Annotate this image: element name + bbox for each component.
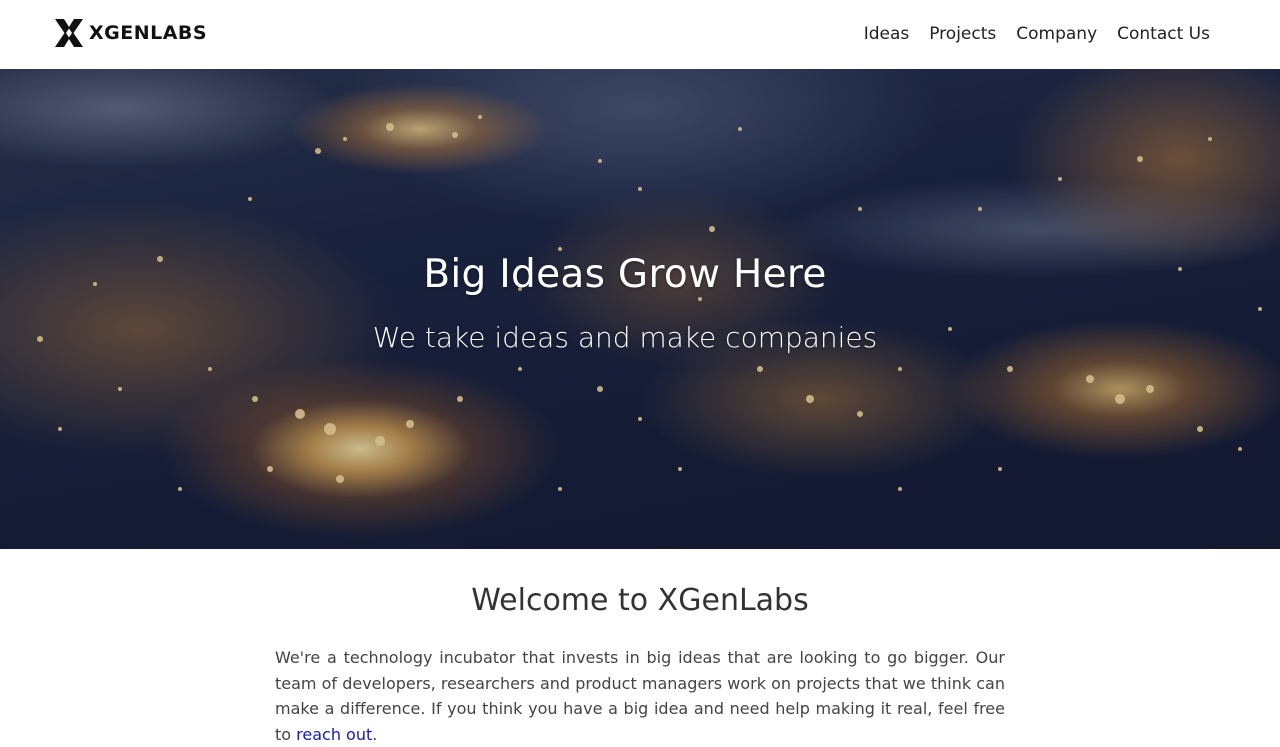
hero-title: Big Ideas Grow Here (423, 252, 827, 297)
hero-overlay (0, 69, 1280, 549)
logo-link[interactable]: XGENLABS (55, 19, 207, 47)
welcome-heading: Welcome to XGenLabs (471, 583, 809, 618)
logo-text: XGENLABS (89, 22, 208, 44)
main-nav: Ideas Projects Company Contact Us (844, 22, 1210, 46)
hero-banner: Big Ideas Grow Here We take ideas and ma… (0, 69, 1280, 549)
welcome-trailing-text: . (372, 724, 378, 744)
nav-contact-us[interactable]: Contact Us (1117, 22, 1210, 46)
nav-projects[interactable]: Projects (929, 22, 996, 46)
reach-out-link[interactable]: reach out (296, 725, 372, 744)
nav-ideas[interactable]: Ideas (864, 22, 910, 46)
welcome-paragraph: We're a technology incubator that invest… (275, 645, 1005, 747)
welcome-body-text: We're a technology incubator that invest… (275, 648, 1005, 744)
hero-subtitle: We take ideas and make companies (372, 321, 878, 354)
site-header: XGENLABS Ideas Projects Company Contact … (0, 0, 1280, 69)
nav-company[interactable]: Company (1016, 22, 1097, 46)
logo-x-icon (55, 19, 83, 47)
